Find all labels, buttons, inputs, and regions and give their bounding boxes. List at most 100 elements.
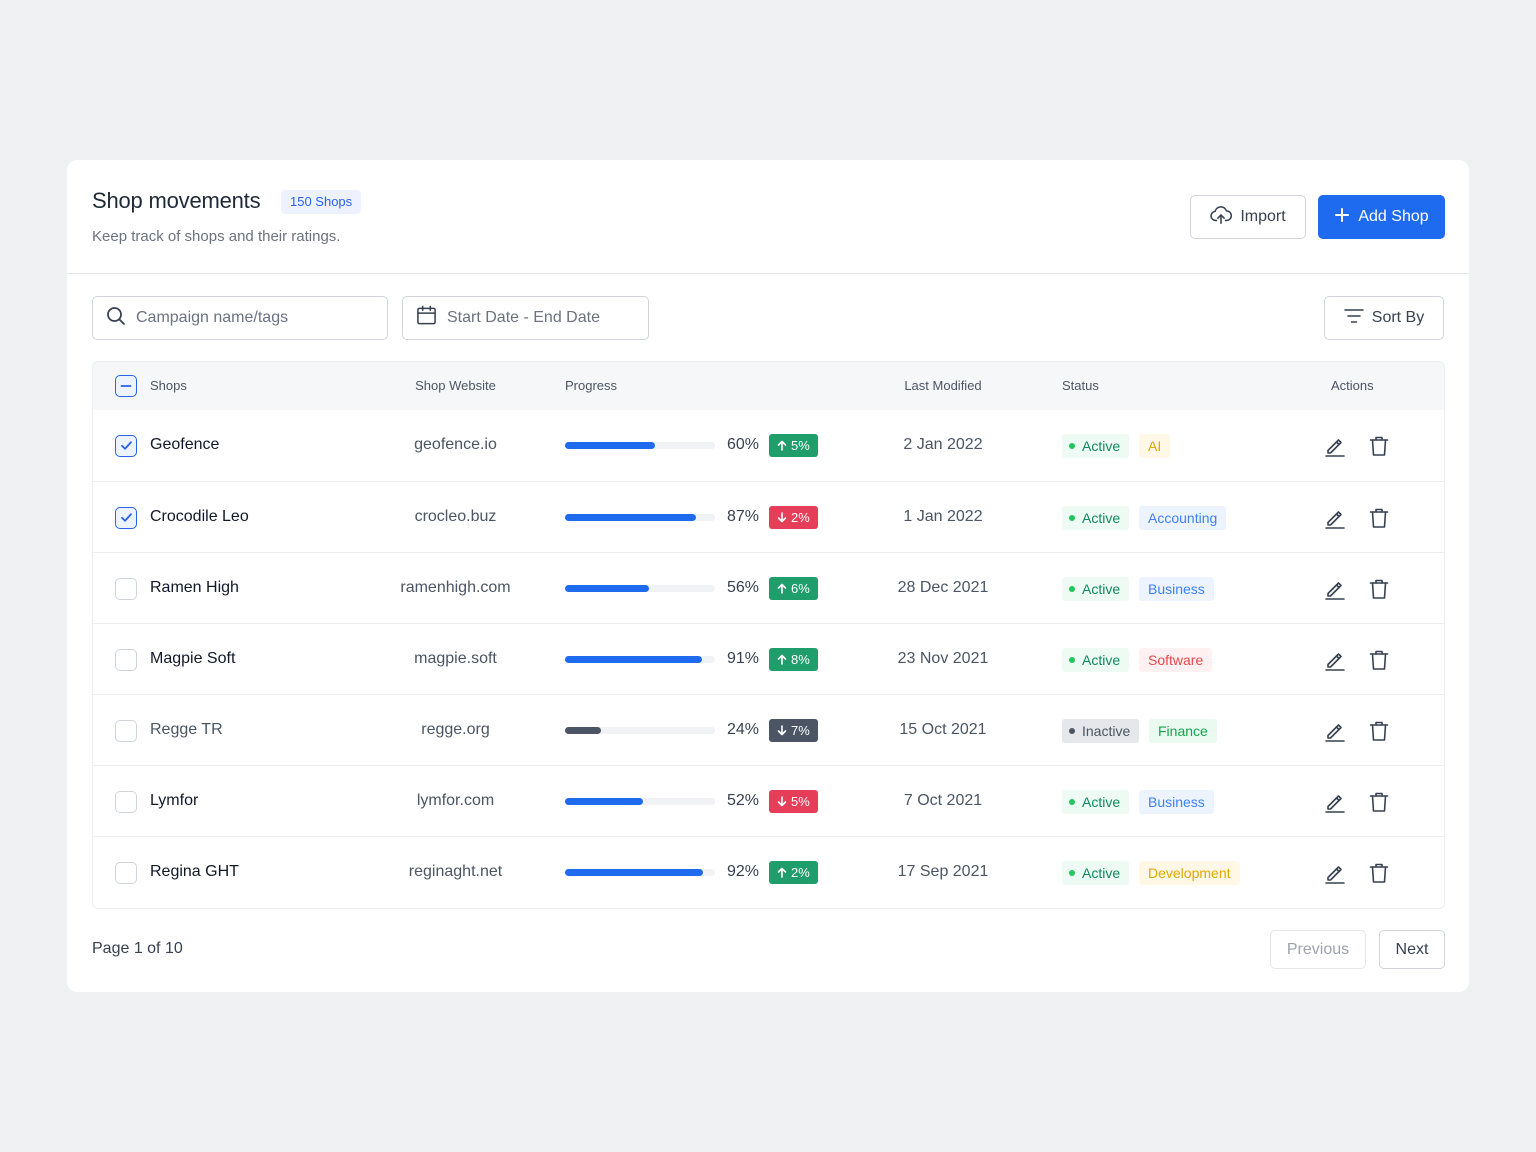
progress-delta-badge: 5%: [769, 789, 818, 813]
arrow-down-icon: [777, 511, 787, 523]
edit-button[interactable]: [1322, 433, 1348, 459]
edit-button[interactable]: [1322, 576, 1348, 602]
row-checkbox[interactable]: [115, 861, 137, 884]
date-range-placeholder: Start Date - End Date: [447, 309, 600, 326]
status-label: Inactive: [1082, 722, 1131, 739]
add-shop-button[interactable]: Add Shop: [1318, 195, 1445, 239]
edit-button[interactable]: [1322, 505, 1348, 531]
shop-website: magpie.soft: [414, 649, 497, 667]
filter-lines-icon: [1343, 308, 1364, 329]
progress-delta-badge: 2%: [769, 505, 818, 529]
edit-button[interactable]: [1322, 647, 1348, 673]
previous-page-button[interactable]: Previous: [1270, 930, 1366, 969]
shop-name: Regge TR: [150, 720, 223, 738]
column-header-status[interactable]: Status: [1062, 362, 1099, 410]
category-tag: Accounting: [1139, 505, 1227, 530]
shops-table: Shops Shop Website Progress Last Modifie…: [92, 361, 1445, 909]
progress-bar: [565, 513, 715, 521]
cloud-upload-icon: [1210, 205, 1233, 230]
progress-delta-badge: 7%: [769, 718, 818, 742]
row-checkbox[interactable]: [115, 434, 137, 457]
progress-fill: [565, 868, 703, 876]
delete-button[interactable]: [1366, 860, 1392, 886]
page-title: Shop movements: [92, 188, 261, 213]
search-field[interactable]: [92, 296, 388, 340]
delete-button[interactable]: [1366, 789, 1392, 815]
status-dot-icon: [1069, 798, 1075, 805]
progress-delta-badge: 5%: [769, 433, 818, 457]
status-label: Active: [1082, 793, 1121, 810]
shop-name: Magpie Soft: [150, 649, 236, 667]
category-tag: Development: [1139, 860, 1240, 885]
last-modified-date: 7 Oct 2021: [903, 791, 983, 809]
table-row: Regina GHT reginaght.net 92% 2% 17 Sep 2…: [93, 836, 1444, 907]
row-checkbox[interactable]: [115, 577, 137, 600]
column-header-website[interactable]: Shop Website: [373, 362, 538, 410]
pencil-icon: [1324, 720, 1346, 742]
add-shop-label: Add Shop: [1358, 208, 1429, 225]
status-label: Active: [1082, 580, 1121, 597]
edit-button[interactable]: [1322, 789, 1348, 815]
delete-button[interactable]: [1366, 576, 1392, 602]
shop-name: Geofence: [150, 435, 220, 453]
edit-button[interactable]: [1322, 860, 1348, 886]
progress-percent: 60%: [727, 435, 760, 453]
column-header-last-modified[interactable]: Last Modified: [873, 362, 1013, 410]
category-tag: Business: [1139, 789, 1214, 814]
arrow-down-icon: [777, 795, 787, 807]
delete-button[interactable]: [1366, 505, 1392, 531]
delta-value: 8%: [791, 651, 810, 667]
import-button[interactable]: Import: [1190, 195, 1306, 239]
row-checkbox[interactable]: [115, 506, 137, 529]
progress-percent: 24%: [727, 720, 760, 738]
delta-value: 2%: [791, 509, 810, 525]
table-row: Magpie Soft magpie.soft 91% 8% 23 Nov 20…: [93, 623, 1444, 694]
column-header-progress[interactable]: Progress: [565, 362, 617, 410]
progress-fill: [565, 655, 702, 663]
pencil-icon: [1324, 649, 1346, 671]
delete-button[interactable]: [1366, 433, 1392, 459]
select-all-checkbox[interactable]: [115, 375, 137, 397]
status-dot-icon: [1069, 442, 1075, 449]
delta-value: 6%: [791, 580, 810, 596]
progress-bar: [565, 655, 715, 663]
table-row: Regge TR regge.org 24% 7% 15 Oct 2021 In…: [93, 694, 1444, 765]
shop-website: reginaght.net: [408, 862, 503, 880]
trash-icon: [1368, 578, 1390, 600]
progress-bar: [565, 868, 715, 876]
table-row: Lymfor lymfor.com 52% 5% 7 Oct 2021 Acti…: [93, 765, 1444, 836]
row-checkbox[interactable]: [115, 790, 137, 813]
shop-website: geofence.io: [414, 435, 497, 453]
status-badge: Active: [1062, 860, 1130, 885]
shop-website: regge.org: [421, 720, 490, 738]
progress-fill: [565, 441, 655, 449]
progress-delta-badge: 8%: [769, 647, 818, 671]
progress-bar: [565, 726, 715, 734]
import-label: Import: [1240, 208, 1286, 225]
delete-button[interactable]: [1366, 647, 1392, 673]
arrow-down-icon: [777, 724, 787, 736]
sort-by-button[interactable]: Sort By: [1324, 296, 1444, 340]
progress-bar: [565, 441, 715, 449]
page-indicator: Page 1 of 10: [92, 940, 183, 957]
search-input[interactable]: [136, 309, 356, 327]
calendar-icon: [416, 305, 437, 331]
trash-icon: [1368, 507, 1390, 529]
delete-button[interactable]: [1366, 718, 1392, 744]
row-checkbox[interactable]: [115, 648, 137, 671]
minus-icon: [120, 385, 132, 387]
status-badge: Active: [1062, 433, 1130, 458]
edit-button[interactable]: [1322, 718, 1348, 744]
progress-percent: 56%: [727, 578, 760, 596]
shop-name: Regina GHT: [150, 862, 239, 880]
trash-icon: [1368, 720, 1390, 742]
category-tag: Software: [1139, 647, 1213, 672]
column-header-shops[interactable]: Shops: [150, 362, 187, 410]
date-range-field[interactable]: Start Date - End Date: [402, 296, 649, 340]
row-checkbox[interactable]: [115, 719, 137, 742]
check-icon: [120, 511, 133, 524]
pencil-icon: [1324, 791, 1346, 813]
next-page-button[interactable]: Next: [1379, 930, 1445, 969]
last-modified-date: 17 Sep 2021: [897, 862, 989, 880]
delta-value: 2%: [791, 864, 810, 880]
